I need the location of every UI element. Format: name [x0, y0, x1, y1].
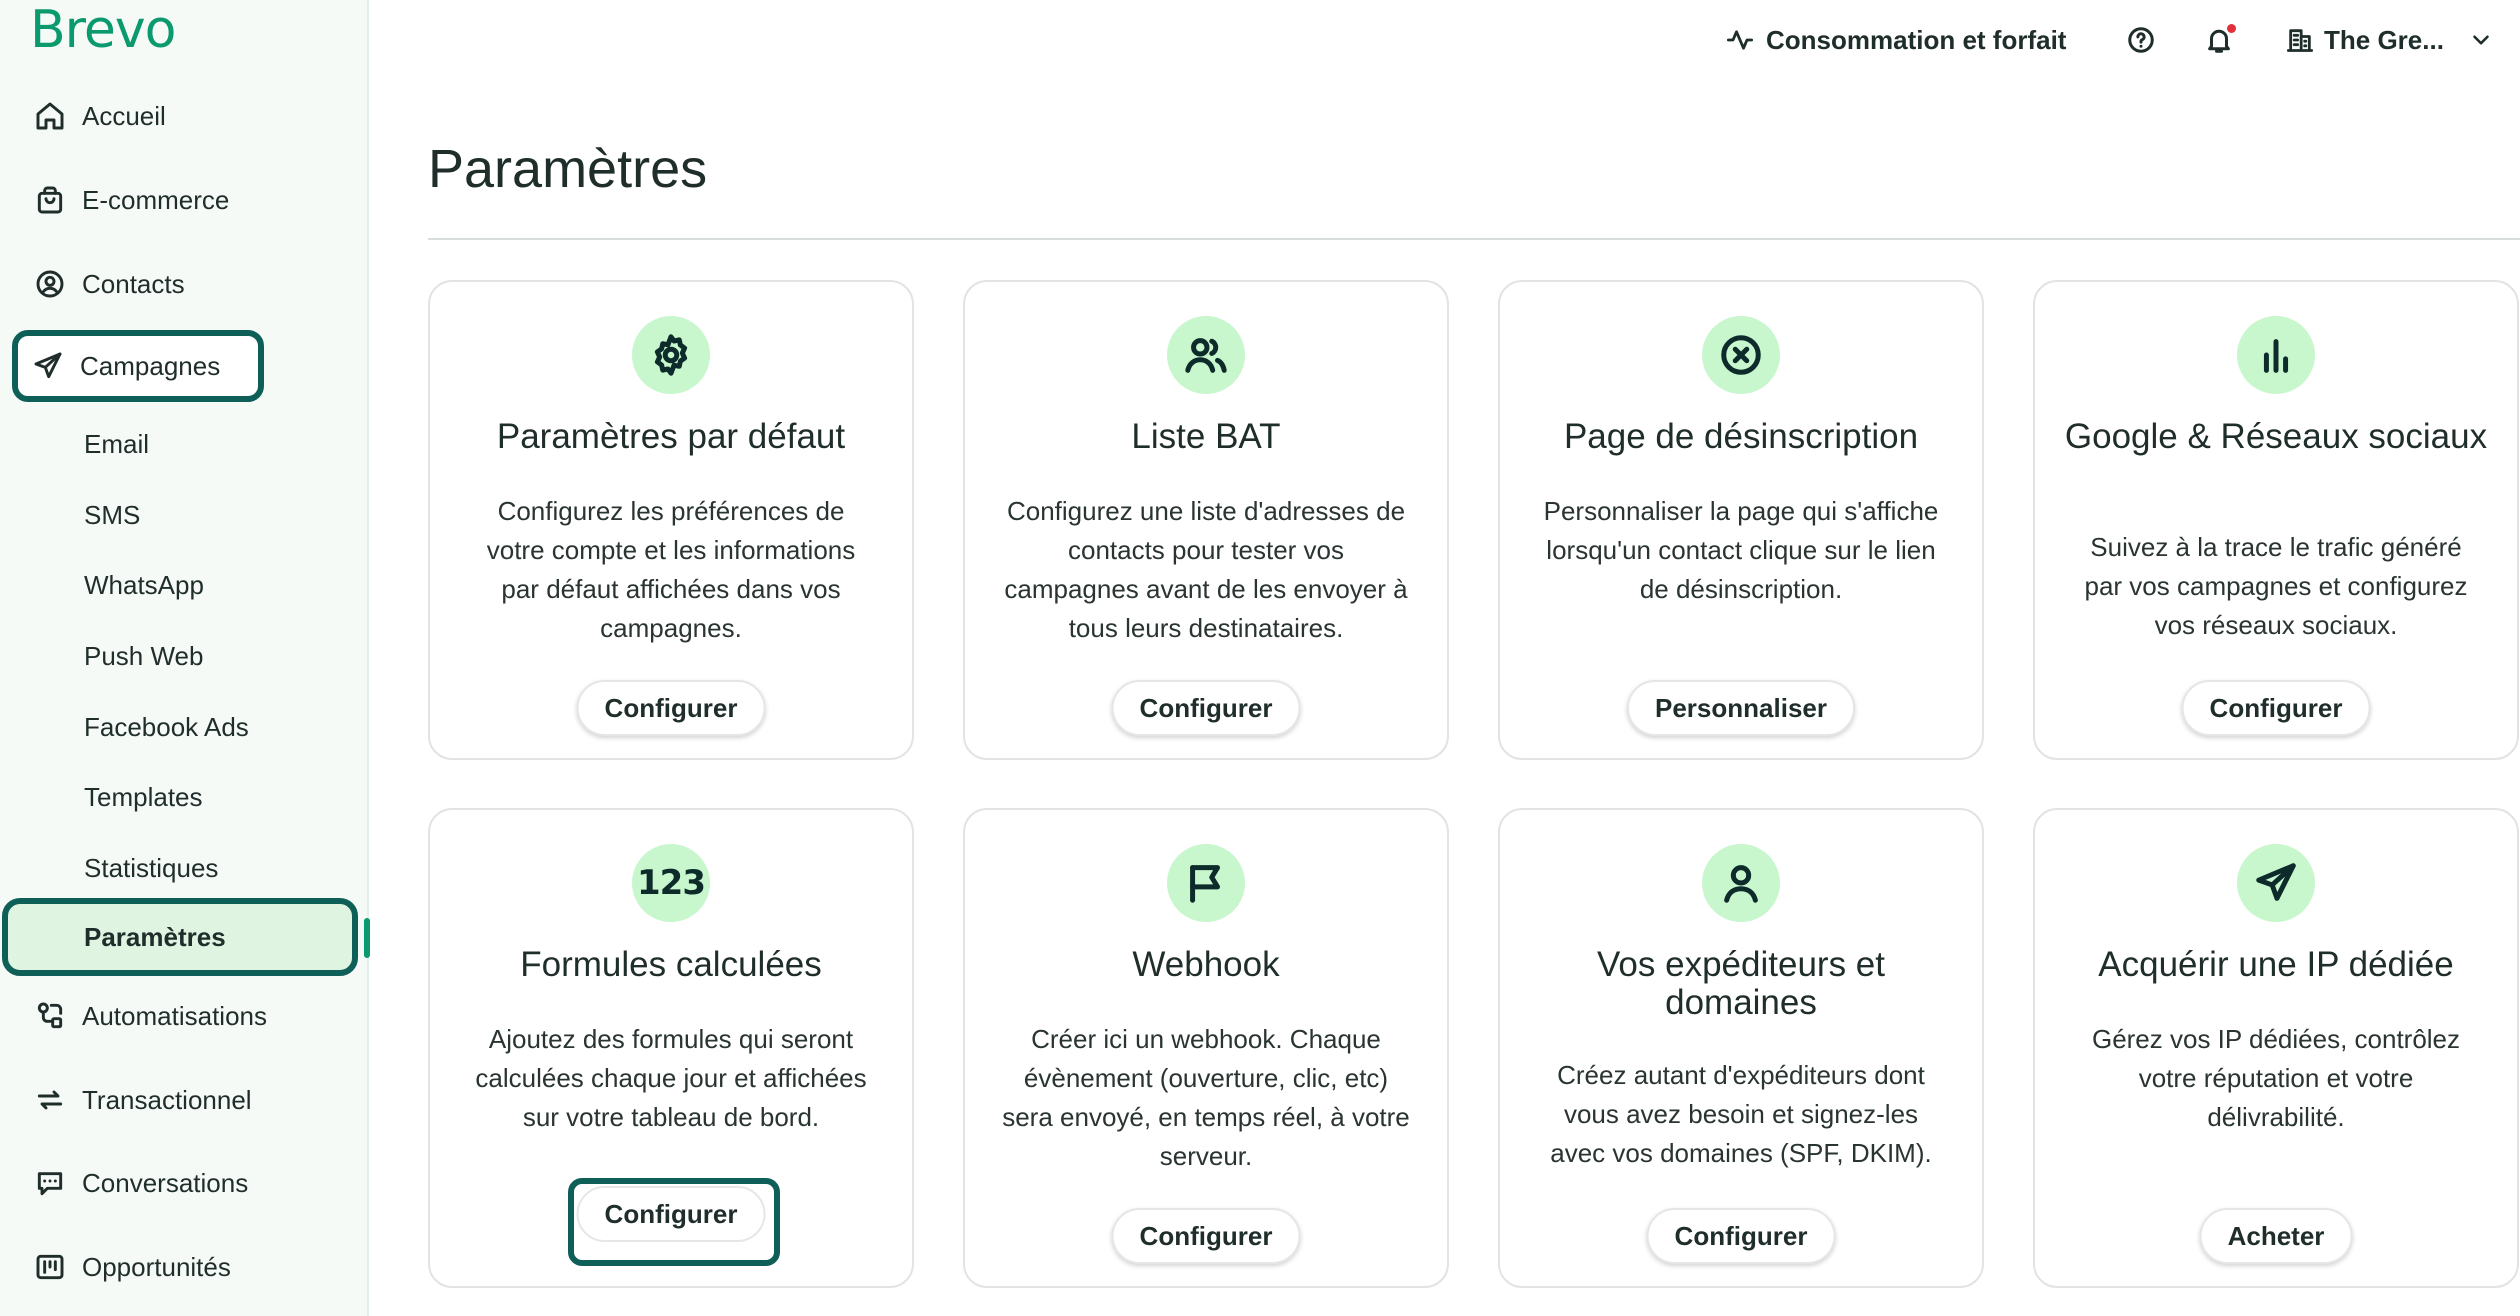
- send-icon: [30, 348, 66, 384]
- card-google-social: Google & Réseaux sociaux Suivez à la tra…: [2033, 280, 2519, 760]
- usage-plan-label: Consommation et forfait: [1766, 24, 2067, 55]
- buy-button[interactable]: Acheter: [2199, 1208, 2353, 1264]
- card-title: Acquérir une IP dédiée: [2098, 945, 2454, 984]
- card-test-list: Liste BAT Configurez une liste d'adresse…: [963, 280, 1449, 760]
- sidebar-item-opportunites[interactable]: Opportunités: [12, 1231, 352, 1303]
- sidebar-item-automatisations[interactable]: Automatisations: [12, 980, 352, 1052]
- transfer-icon: [32, 1082, 68, 1118]
- card-title: Webhook: [1132, 945, 1280, 984]
- send-icon: [2256, 863, 2296, 901]
- sidebar-item-campagnes[interactable]: Campagnes: [12, 330, 264, 402]
- sidebar-item-conversations[interactable]: Conversations: [12, 1147, 352, 1219]
- sidebar-item-label: Campagnes: [80, 350, 221, 381]
- sidebar-item-label: Transactionnel: [82, 1084, 252, 1115]
- shopping-bag-icon: [32, 182, 68, 218]
- card-webhook: Webhook Créer ici un webhook. Chaque évè…: [963, 808, 1449, 1288]
- card-icon-badge: [1167, 844, 1245, 922]
- numbers-icon: 123: [632, 844, 710, 922]
- card-description: Personnaliser la page qui s'affiche lors…: [1543, 496, 1939, 604]
- account-name: The Gre...: [2324, 24, 2444, 55]
- active-indicator: [364, 918, 370, 958]
- sidebar-item-label: Accueil: [82, 100, 166, 131]
- sidebar-subitem-sms[interactable]: SMS: [84, 490, 140, 540]
- card-unsubscribe-page: Page de désinscription Personnaliser la …: [1498, 280, 1984, 760]
- help-button[interactable]: [2126, 18, 2156, 62]
- account-menu[interactable]: The Gre...: [2286, 18, 2494, 62]
- card-icon-badge: [1167, 316, 1245, 394]
- sidebar-item-label: Opportunités: [82, 1251, 231, 1282]
- sidebar-subitem-email[interactable]: Email: [84, 419, 149, 469]
- configure-button[interactable]: Configurer: [1111, 680, 1301, 736]
- help-icon: [2128, 27, 2154, 53]
- sidebar: Brevo Accueil E-commerce Contacts Campag…: [0, 0, 370, 1316]
- user-icon: [1724, 865, 1758, 903]
- customize-button[interactable]: Personnaliser: [1627, 680, 1855, 736]
- sidebar-subitem-facebook-ads[interactable]: Facebook Ads: [84, 702, 249, 752]
- sidebar-item-label: Automatisations: [82, 1000, 267, 1031]
- focus-ring: [568, 1178, 780, 1266]
- card-description: Ajoutez des formules qui seront calculée…: [475, 1024, 867, 1132]
- card-icon-badge: [2237, 844, 2315, 922]
- building-icon: [2286, 29, 2314, 52]
- card-dedicated-ip: Acquérir une IP dédiée Gérez vos IP dédi…: [2033, 808, 2519, 1288]
- brevo-logo[interactable]: Brevo: [30, 2, 176, 58]
- card-description: Créer ici un webhook. Chaque évènement (…: [1002, 1024, 1410, 1171]
- sidebar-subitem-templates[interactable]: Templates: [84, 772, 203, 822]
- card-description: Configurez une liste d'adresses de conta…: [1004, 496, 1408, 643]
- card-title: Vos expéditeurs et domaines: [1597, 945, 1885, 1022]
- sidebar-subitem-whatsapp[interactable]: WhatsApp: [84, 560, 204, 610]
- contact-icon: [32, 266, 68, 302]
- sidebar-item-label: Contacts: [82, 268, 185, 299]
- page-title: Paramètres: [428, 139, 708, 199]
- card-icon-badge: [632, 316, 710, 394]
- card-title: Paramètres par défaut: [496, 417, 846, 456]
- chevron-down-icon: [2473, 35, 2489, 45]
- notification-dot: [2227, 24, 2236, 33]
- automation-icon: [32, 998, 68, 1034]
- users-icon: [1185, 338, 1227, 373]
- card-description: Suivez à la trace le trafic généré par v…: [2084, 532, 2468, 640]
- configure-button[interactable]: Configurer: [2181, 680, 2371, 736]
- kanban-icon: [32, 1249, 68, 1285]
- sidebar-item-label: Conversations: [82, 1167, 249, 1198]
- home-icon: [32, 98, 68, 134]
- sidebar-item-ecommerce[interactable]: E-commerce: [12, 164, 352, 236]
- bar-chart-icon: [2263, 339, 2289, 373]
- sidebar-item-contacts[interactable]: Contacts: [12, 248, 352, 320]
- card-icon-badge: [2237, 316, 2315, 394]
- card-title: Formules calculées: [520, 945, 822, 984]
- gear-icon: [654, 334, 688, 376]
- title-divider: [428, 238, 2520, 240]
- card-title: Page de désinscription: [1563, 417, 1919, 456]
- card-title: Google & Réseaux sociaux: [2064, 417, 2488, 456]
- sidebar-item-label: E-commerce: [82, 184, 230, 215]
- configure-button[interactable]: Configurer: [1646, 1208, 1836, 1264]
- card-description: Créez autant d'expéditeurs dont vous ave…: [1550, 1060, 1932, 1168]
- card-default-settings: Paramètres par défaut Configurez les pré…: [428, 280, 914, 760]
- sidebar-subitem-push-web[interactable]: Push Web: [84, 631, 203, 681]
- activity-icon: [1726, 30, 1754, 50]
- card-description: Configurez les préférences de votre comp…: [486, 496, 856, 643]
- sidebar-subitem-parametres[interactable]: Paramètres: [2, 898, 358, 976]
- configure-button[interactable]: Configurer: [576, 680, 766, 736]
- sidebar-subitem-statistiques[interactable]: Statistiques: [84, 843, 218, 893]
- card-title: Liste BAT: [1131, 417, 1281, 456]
- card-icon-badge: [1702, 844, 1780, 922]
- notifications-button[interactable]: [2204, 18, 2236, 62]
- sidebar-item-transactionnel[interactable]: Transactionnel: [12, 1064, 352, 1136]
- flag-icon: [1190, 865, 1220, 903]
- card-icon-badge: [1702, 316, 1780, 394]
- card-description: Gérez vos IP dédiées, contrôlez votre ré…: [2091, 1024, 2461, 1132]
- configure-button[interactable]: Configurer: [1111, 1208, 1301, 1264]
- card-senders-domains: Vos expéditeurs et domaines Créez autant…: [1498, 808, 1984, 1288]
- sidebar-item-accueil[interactable]: Accueil: [12, 80, 352, 152]
- close-circle-icon: [1721, 335, 1761, 375]
- usage-plan-link[interactable]: Consommation et forfait: [1726, 18, 2066, 62]
- chat-icon: [32, 1165, 68, 1201]
